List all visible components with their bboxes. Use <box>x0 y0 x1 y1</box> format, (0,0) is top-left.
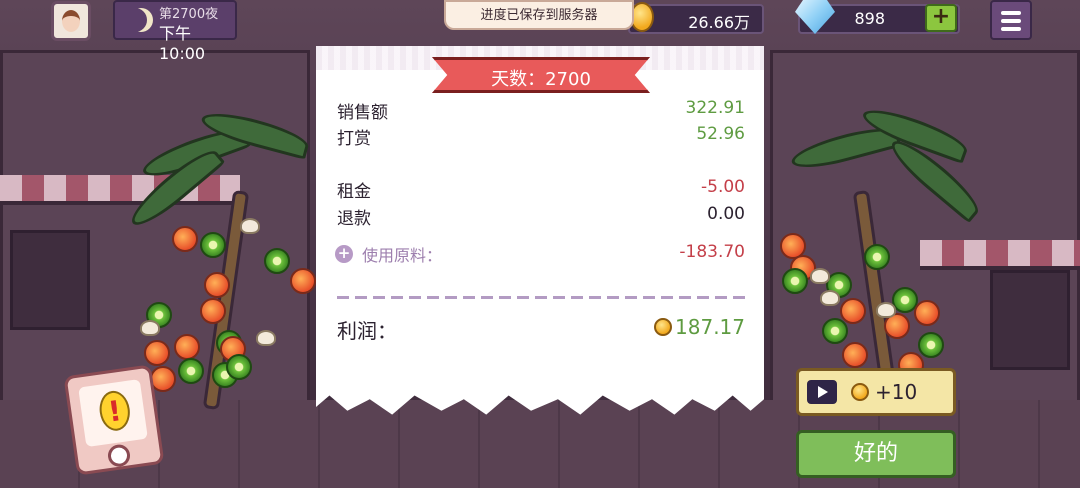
receipt-divider <box>337 296 745 299</box>
menu-icon <box>1001 11 1021 15</box>
chili-garnish <box>174 334 200 360</box>
profit-value: 187.17 <box>675 315 745 339</box>
night-indicator: 第2700夜 下午10:00 <box>113 0 237 63</box>
jalapeno-garnish <box>264 248 290 274</box>
avatar-face <box>62 10 80 32</box>
rent-label: 租金 <box>337 182 371 202</box>
chili-garnish <box>914 300 940 326</box>
ingredients-value: -183.70 <box>679 242 745 262</box>
night-time-label: 下午10:00 <box>159 24 206 63</box>
tips-value: 52.96 <box>696 124 745 144</box>
jalapeno-garnish <box>178 358 204 384</box>
player-avatar[interactable] <box>51 1 91 41</box>
menu-button[interactable] <box>990 0 1032 40</box>
chili-garnish <box>290 268 316 294</box>
ok-button[interactable]: 好的 <box>796 430 956 478</box>
sales-label: 销售额 <box>337 103 388 123</box>
phone-home-icon <box>106 443 132 469</box>
coin-icon <box>654 318 672 336</box>
jalapeno-garnish <box>918 332 944 358</box>
chili-garnish <box>840 298 866 324</box>
coin-amount: 26.66万 <box>688 13 750 32</box>
garlic-garnish <box>810 268 830 284</box>
ad-reward-label: +10 <box>875 380 918 404</box>
coin-icon <box>851 383 869 401</box>
phone-notification-button[interactable]: ! <box>63 364 165 476</box>
jalapeno-garnish <box>200 232 226 258</box>
garlic-garnish <box>240 218 260 234</box>
right-window <box>990 270 1070 370</box>
play-triangle-icon <box>818 386 828 398</box>
gem-amount: 898 <box>854 9 885 28</box>
exclamation-icon: ! <box>97 388 133 433</box>
ingredients-label[interactable]: 使用原料： <box>362 242 442 266</box>
add-gems-button[interactable]: + <box>925 4 957 32</box>
moon-icon <box>123 8 147 32</box>
watch-ad-button[interactable]: +10 <box>796 368 956 416</box>
chili-garnish <box>200 298 226 324</box>
day-banner-text: 天数：2700 <box>491 69 591 90</box>
save-toast: 进度已保存到服务器 <box>444 0 634 30</box>
chili-garnish <box>172 226 198 252</box>
menu-icon <box>1001 27 1021 31</box>
profit-label: 利润： <box>337 319 397 343</box>
rent-value: -5.00 <box>701 177 745 197</box>
chili-garnish <box>204 272 230 298</box>
right-awning <box>920 240 1080 270</box>
phone-screen: ! <box>78 379 148 448</box>
jalapeno-garnish <box>226 354 252 380</box>
left-window <box>10 230 90 330</box>
garlic-garnish <box>256 330 276 346</box>
jalapeno-garnish <box>864 244 890 270</box>
video-play-icon <box>807 380 837 404</box>
garlic-garnish <box>820 290 840 306</box>
jalapeno-garnish <box>822 318 848 344</box>
tips-label: 打赏 <box>337 129 371 149</box>
garlic-garnish <box>876 302 896 318</box>
menu-icon <box>1001 19 1021 23</box>
sales-value: 322.91 <box>685 98 745 118</box>
refund-label: 退款 <box>337 209 371 229</box>
expand-ingredients-icon[interactable]: + <box>335 245 353 263</box>
jalapeno-garnish <box>782 268 808 294</box>
chili-garnish <box>144 340 170 366</box>
garlic-garnish <box>140 320 160 336</box>
refund-value: 0.00 <box>707 204 745 224</box>
day-banner: 天数：2700 <box>432 57 650 93</box>
chili-garnish <box>842 342 868 368</box>
